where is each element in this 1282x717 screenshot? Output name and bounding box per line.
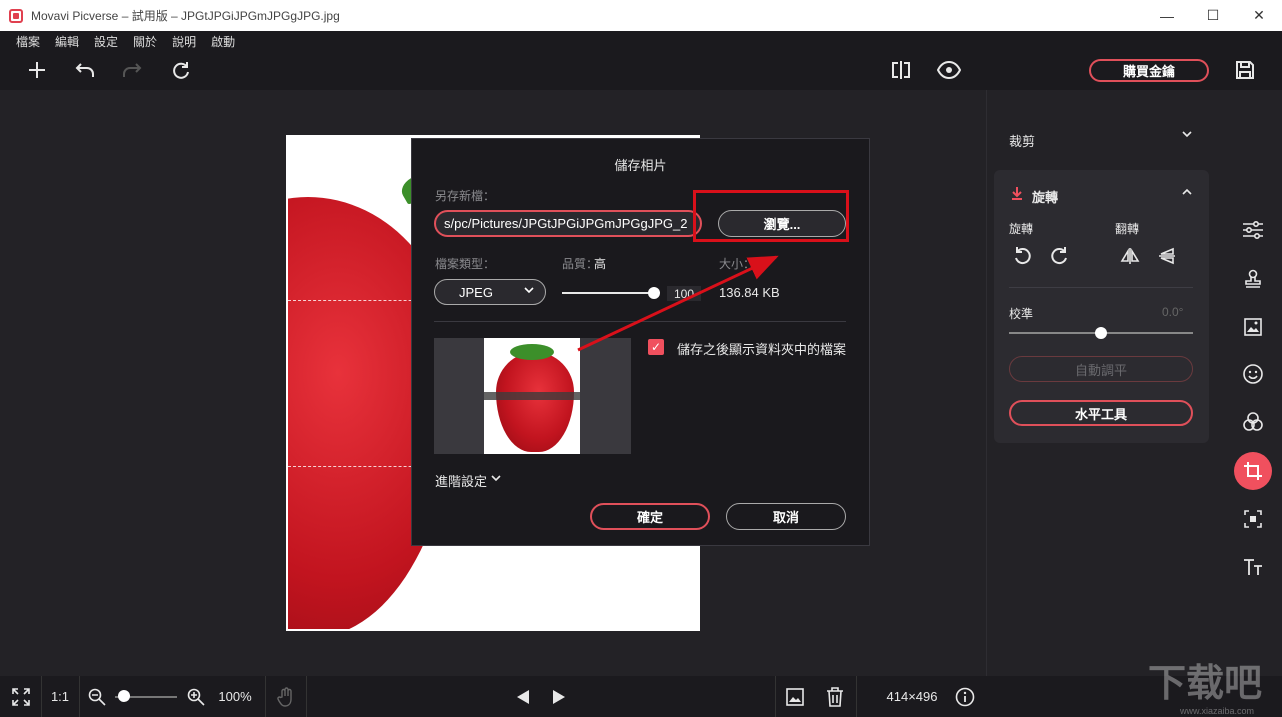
previous-image-icon[interactable] bbox=[513, 676, 533, 717]
menu-settings[interactable]: 設定 bbox=[94, 33, 118, 50]
separator bbox=[306, 676, 307, 717]
flip-horizontal-icon[interactable] bbox=[1120, 246, 1140, 269]
open-image-icon[interactable] bbox=[785, 676, 805, 717]
quality-label: 品質： bbox=[562, 257, 599, 271]
zoom-out-icon[interactable] bbox=[87, 676, 107, 717]
rotate-label: 旋轉 bbox=[1009, 222, 1034, 236]
buy-key-button[interactable]: 購買金鑰 bbox=[1089, 59, 1209, 82]
zoom-percent: 100% bbox=[218, 689, 252, 704]
flip-label: 翻轉 bbox=[1115, 222, 1140, 236]
save-icon[interactable] bbox=[1233, 58, 1257, 82]
minimize-button[interactable]: — bbox=[1144, 0, 1190, 31]
rotate-section-title[interactable]: 旋轉 bbox=[1032, 187, 1058, 206]
rotate-right-icon[interactable] bbox=[1049, 246, 1069, 269]
filters-icon[interactable] bbox=[1234, 403, 1272, 441]
calibrate-label: 校準 bbox=[1009, 307, 1034, 321]
face-smile-icon[interactable] bbox=[1234, 355, 1272, 393]
undo-icon[interactable] bbox=[73, 58, 97, 82]
actual-size-button[interactable]: 1:1 bbox=[46, 676, 74, 717]
separator bbox=[265, 676, 266, 717]
app-logo-icon bbox=[9, 8, 23, 23]
file-size-value: 136.84 KB bbox=[719, 285, 780, 300]
horizon-tool-button[interactable]: 水平工具 bbox=[1009, 400, 1193, 426]
file-type-value: JPEG bbox=[459, 284, 493, 300]
annotation-highlight-box bbox=[693, 190, 849, 242]
ok-button[interactable]: 確定 bbox=[590, 503, 710, 530]
zoom-in-icon[interactable] bbox=[186, 676, 206, 717]
menu-activate[interactable]: 啟動 bbox=[211, 33, 235, 50]
separator bbox=[41, 676, 42, 717]
quality-slider-track[interactable] bbox=[562, 292, 654, 294]
crop-icon[interactable] bbox=[1234, 452, 1272, 490]
quality-value[interactable]: 100 bbox=[667, 286, 701, 301]
title-bar: Movavi Picverse – 試用版 – JPGtJPGiJPGmJPGg… bbox=[0, 0, 1282, 31]
file-path-input[interactable]: s/pc/Pictures/JPGtJPGiJPGmJPGgJPG_2 bbox=[434, 210, 702, 237]
image-dimensions: 414×496 bbox=[886, 689, 938, 704]
separator bbox=[856, 676, 857, 717]
rotate-section-icon bbox=[1011, 186, 1023, 203]
select-area-icon[interactable] bbox=[1234, 500, 1272, 538]
window-title: Movavi Picverse – 試用版 – JPGtJPGiJPGmJPGg… bbox=[31, 9, 340, 23]
separator bbox=[775, 676, 776, 717]
dialog-title: 儲存相片 bbox=[614, 158, 667, 173]
show-in-folder-checkbox[interactable]: ✓ bbox=[648, 339, 664, 355]
chevron-up-icon[interactable] bbox=[1181, 186, 1193, 201]
divider bbox=[1009, 287, 1193, 288]
hand-icon[interactable] bbox=[276, 676, 296, 717]
divider bbox=[434, 321, 846, 322]
watermark-logo: 下载吧 bbox=[1148, 663, 1263, 705]
crop-section-label[interactable]: 裁剪 bbox=[1009, 131, 1035, 150]
preview-strawberry bbox=[496, 352, 574, 452]
calibrate-slider-knob[interactable] bbox=[1095, 327, 1107, 339]
watermark-url: www.xiazaiba.com bbox=[1180, 706, 1255, 716]
close-button[interactable]: ✕ bbox=[1236, 0, 1282, 31]
separator bbox=[79, 676, 80, 717]
chevron-down-icon[interactable] bbox=[490, 472, 502, 487]
adjust-sliders-icon[interactable] bbox=[1234, 211, 1272, 249]
file-type-label: 檔案類型： bbox=[435, 257, 496, 271]
compare-icon[interactable] bbox=[889, 58, 913, 82]
stamp-icon[interactable] bbox=[1234, 260, 1272, 298]
menu-bar: 檔案 編輯 設定 關於 說明 啟動 bbox=[0, 31, 1282, 51]
preview-horizon-bar bbox=[484, 392, 580, 400]
file-type-select[interactable]: JPEG bbox=[434, 279, 546, 305]
preview-eye-icon[interactable] bbox=[937, 58, 961, 82]
size-label: 大小： bbox=[719, 257, 756, 271]
next-image-icon[interactable] bbox=[549, 676, 569, 717]
menu-help[interactable]: 說明 bbox=[172, 33, 196, 50]
preview-image bbox=[484, 338, 580, 454]
advanced-settings-toggle[interactable]: 進階設定 bbox=[435, 471, 487, 490]
menu-edit[interactable]: 編輯 bbox=[55, 33, 79, 50]
cancel-button[interactable]: 取消 bbox=[726, 503, 846, 530]
text-icon[interactable] bbox=[1234, 548, 1272, 586]
maximize-button[interactable]: ☐ bbox=[1190, 0, 1236, 31]
menu-file[interactable]: 檔案 bbox=[16, 33, 40, 50]
image-icon[interactable] bbox=[1234, 308, 1272, 346]
add-icon[interactable] bbox=[25, 58, 49, 82]
menu-about[interactable]: 關於 bbox=[133, 33, 157, 50]
quality-word: 高 bbox=[594, 257, 607, 271]
delete-icon[interactable] bbox=[825, 676, 845, 717]
chevron-down-icon bbox=[523, 284, 535, 299]
quality-slider-knob[interactable] bbox=[648, 287, 660, 299]
redo-icon[interactable] bbox=[120, 58, 144, 82]
auto-level-button[interactable]: 自動調平 bbox=[1009, 356, 1193, 382]
calibrate-value: 0.0° bbox=[1162, 305, 1184, 319]
reset-icon[interactable] bbox=[169, 58, 193, 82]
fullscreen-icon[interactable] bbox=[10, 676, 32, 717]
rotate-left-icon[interactable] bbox=[1013, 246, 1033, 269]
save-as-label: 另存新檔： bbox=[435, 189, 496, 203]
info-icon[interactable] bbox=[954, 676, 976, 717]
chevron-down-icon[interactable] bbox=[1181, 128, 1193, 143]
show-in-folder-label[interactable]: 儲存之後顯示資料夾中的檔案 bbox=[677, 339, 846, 358]
flip-vertical-icon[interactable] bbox=[1157, 246, 1177, 269]
preview-leaves bbox=[510, 344, 554, 360]
